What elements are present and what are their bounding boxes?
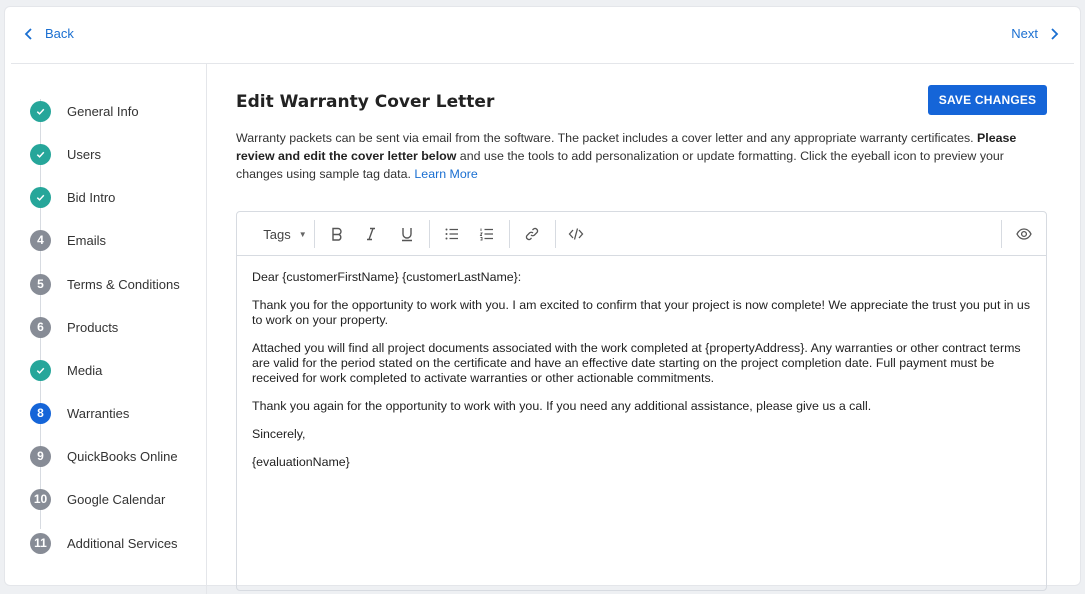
step-label: Bid Intro [67, 189, 116, 205]
bullet-list-button[interactable] [440, 212, 464, 256]
numbered-list-button[interactable] [475, 212, 499, 256]
check-icon [30, 143, 51, 165]
preview-button[interactable] [1011, 212, 1037, 256]
italic-button[interactable] [359, 212, 383, 256]
toolbar-separator [429, 220, 430, 248]
letter-paragraph: Dear {customerFirstName} {customerLastNa… [252, 270, 522, 284]
chevron-right-icon [1051, 27, 1059, 40]
description-text: Warranty packets can be sent via email f… [236, 129, 1036, 183]
top-navigation: Back Next [5, 7, 1080, 63]
check-icon [30, 186, 51, 208]
bullet-list-icon [445, 228, 458, 240]
toolbar-separator [1001, 220, 1002, 248]
step-item[interactable]: Users [30, 143, 101, 165]
letter-paragraph: Attached you will find all project docum… [252, 341, 1021, 385]
learn-more-link[interactable]: Learn More [414, 167, 477, 181]
check-icon [30, 359, 51, 381]
toolbar-separator [555, 220, 556, 248]
step-item[interactable]: 5 Terms & Conditions [30, 273, 180, 295]
page-title: Edit Warranty Cover Letter [236, 92, 495, 112]
letter-paragraph: {evaluationName} [252, 455, 350, 469]
link-icon [525, 227, 539, 241]
step-number: 5 [30, 273, 51, 295]
numbered-list-icon [479, 228, 493, 241]
editor-toolbar: Tags ▼ [237, 212, 1046, 256]
step-item[interactable]: Bid Intro [30, 186, 115, 208]
step-item[interactable]: General Info [30, 100, 139, 122]
editor-content-area[interactable]: Dear {customerFirstName} {customerLastNa… [237, 256, 1046, 497]
bold-icon [332, 227, 342, 241]
step-label: Products [67, 319, 119, 335]
step-item[interactable]: 8 Warranties [30, 402, 129, 424]
caret-down-icon: ▼ [298, 229, 307, 239]
step-number: 8 [30, 402, 51, 424]
settings-card: Back Next General Info Users Bid Intro 4 Ema… [4, 6, 1081, 594]
letter-paragraph: Thank you again for the opportunity to w… [252, 399, 872, 413]
chevron-left-icon [24, 27, 32, 40]
step-label: Google Calendar [67, 491, 166, 507]
step-item[interactable]: 9 QuickBooks Online [30, 445, 178, 467]
code-view-button[interactable] [564, 212, 588, 256]
step-label: Emails [67, 232, 107, 248]
italic-icon [367, 227, 375, 241]
step-number: 9 [30, 445, 51, 467]
step-item[interactable]: 6 Products [30, 316, 118, 338]
underline-button[interactable] [395, 212, 419, 256]
step-number: 4 [30, 229, 51, 251]
step-label: Users [67, 146, 101, 162]
eye-icon [1016, 228, 1032, 240]
letter-paragraph: Thank you for the opportunity to work wi… [252, 298, 1031, 327]
toolbar-separator [509, 220, 510, 248]
save-changes-button[interactable]: SAVE CHANGES [928, 85, 1047, 115]
tags-label: Tags [263, 226, 291, 242]
steps-sidebar: General Info Users Bid Intro 4 Emails 5 Terms … [11, 64, 207, 594]
step-label: Additional Services [67, 535, 178, 551]
tags-dropdown[interactable]: Tags ▼ [254, 212, 316, 256]
back-label: Back [45, 26, 74, 41]
letter-paragraph: Sincerely, [252, 427, 306, 441]
check-icon [30, 100, 51, 122]
step-item[interactable]: 4 Emails [30, 229, 106, 251]
next-link[interactable]: Next [1011, 26, 1060, 41]
step-number: 11 [30, 532, 51, 554]
step-item[interactable]: 11 Additional Services [30, 532, 178, 554]
step-label: Terms & Conditions [67, 276, 180, 292]
step-number: 10 [30, 488, 51, 510]
insert-link-button[interactable] [520, 212, 544, 256]
step-item[interactable]: 10 Google Calendar [30, 488, 165, 510]
step-label: Media [67, 362, 103, 378]
back-link[interactable]: Back [23, 26, 74, 41]
description-part-1: Warranty packets can be sent via email f… [236, 131, 978, 145]
underline-icon [402, 228, 412, 242]
step-item[interactable]: Media [30, 359, 102, 381]
step-number: 6 [30, 316, 51, 338]
code-icon [568, 228, 584, 240]
step-label: General Info [67, 103, 139, 119]
toolbar-separator [314, 220, 315, 248]
step-label: QuickBooks Online [67, 448, 178, 464]
step-label: Warranties [67, 405, 130, 421]
bold-button[interactable] [325, 212, 349, 256]
rich-text-editor: Tags ▼ Dear {customerFirstName} {custome… [236, 211, 1047, 591]
next-label: Next [1011, 26, 1038, 41]
